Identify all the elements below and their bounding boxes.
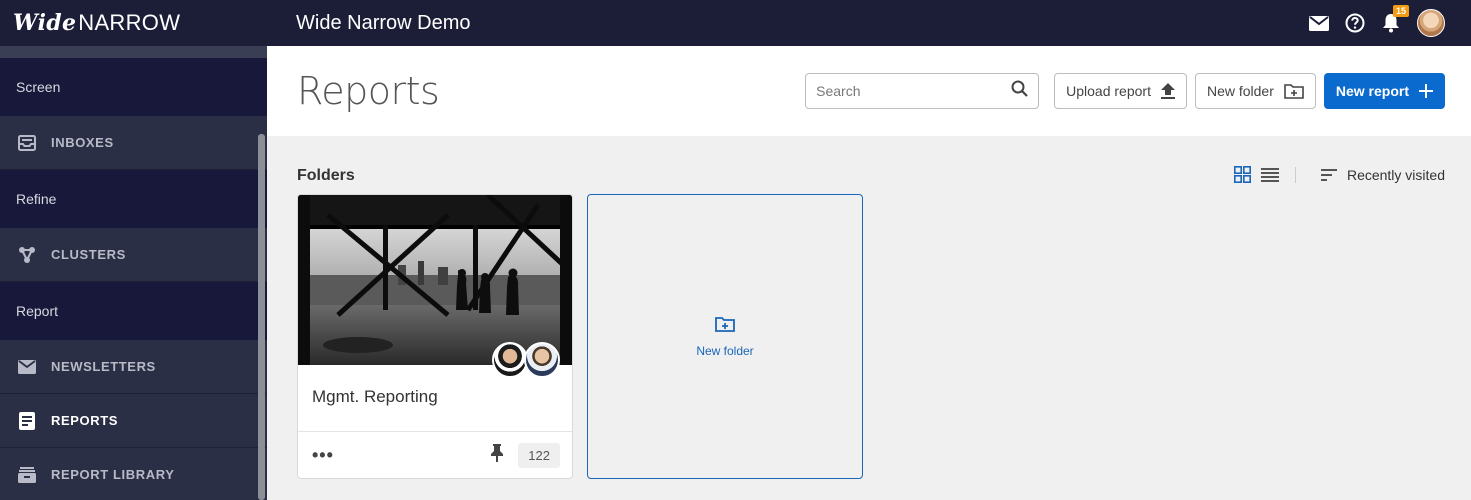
report-count: 122: [518, 443, 560, 468]
member-avatar[interactable]: [524, 342, 560, 378]
new-report-label: New report: [1335, 83, 1409, 99]
inbox-icon: [18, 134, 36, 152]
page-title: Reports: [297, 69, 440, 113]
notification-badge: 15: [1392, 5, 1409, 17]
brand-logo[interactable]: Wide NARROW: [0, 0, 267, 46]
grid-view-icon[interactable]: [1233, 166, 1251, 183]
section-refine: Refine: [0, 170, 267, 228]
sidebar-item-inboxes[interactable]: INBOXES: [0, 116, 267, 170]
upload-icon: [1160, 83, 1175, 99]
member-avatar[interactable]: [492, 342, 528, 378]
help-icon[interactable]: [1345, 13, 1365, 33]
page-header: Reports Upload report New folder New rep…: [267, 46, 1471, 136]
bell-icon[interactable]: 15: [1381, 5, 1409, 33]
report-icon: [18, 411, 36, 430]
sidebar-item-report-library[interactable]: REPORT LIBRARY: [0, 448, 267, 500]
sidebar-item-label: CLUSTERS: [51, 247, 126, 262]
search-input[interactable]: [816, 83, 1012, 99]
section-report: Report: [0, 282, 267, 340]
brand-narrow: NARROW: [78, 10, 181, 35]
library-icon: [18, 466, 36, 484]
more-options-icon[interactable]: •••: [312, 445, 490, 466]
folder-card-footer: ••• 122: [298, 431, 572, 478]
sidebar-item-newsletters[interactable]: NEWSLETTERS: [0, 340, 267, 394]
sidebar-item-reports[interactable]: REPORTS: [0, 394, 267, 448]
folder-name[interactable]: Mgmt. Reporting: [312, 387, 438, 407]
new-folder-label: New folder: [1206, 83, 1274, 99]
section-screen: Screen: [0, 58, 267, 116]
new-folder-button[interactable]: New folder: [1194, 73, 1316, 109]
sidebar-divider: [0, 46, 267, 58]
sidebar: Wide NARROW Screen INBOXES Refine CLUSTER…: [0, 0, 267, 500]
folders-heading: Folders: [297, 167, 355, 184]
folder-card[interactable]: Mgmt. Reporting ••• 122: [297, 194, 573, 479]
sidebar-item-label: INBOXES: [51, 135, 114, 150]
user-avatar[interactable]: [1417, 9, 1445, 37]
sort-icon[interactable]: [1320, 168, 1337, 181]
upload-report-button[interactable]: Upload report: [1054, 73, 1187, 109]
folder-add-icon: [715, 316, 735, 337]
sidebar-scrollbar[interactable]: [258, 134, 265, 500]
brand-wide: Wide: [13, 10, 77, 36]
new-folder-card-label: New folder: [696, 343, 754, 358]
upload-report-label: Upload report: [1066, 83, 1151, 99]
view-divider: [1294, 166, 1296, 183]
sidebar-item-label: REPORT LIBRARY: [51, 467, 175, 482]
folder-cover-image: [298, 195, 572, 365]
topbar: Wide Narrow Demo 15: [267, 0, 1471, 46]
new-report-button[interactable]: New report: [1323, 73, 1445, 109]
search-box[interactable]: [805, 73, 1040, 109]
new-folder-card[interactable]: New folder: [587, 194, 863, 479]
folder-add-icon: [1284, 83, 1304, 99]
view-controls: Recently visited: [1224, 166, 1445, 183]
sort-label[interactable]: Recently visited: [1347, 167, 1445, 183]
sidebar-item-clusters[interactable]: CLUSTERS: [0, 228, 267, 282]
search-icon[interactable]: [1011, 80, 1028, 102]
list-view-icon[interactable]: [1260, 167, 1279, 182]
topbar-icons: 15: [1293, 5, 1471, 37]
clusters-icon: [18, 246, 36, 264]
sidebar-item-label: REPORTS: [51, 413, 119, 428]
mail-icon[interactable]: [1309, 13, 1329, 33]
pin-icon[interactable]: [490, 444, 504, 467]
content-area: Folders Recently visited Mgmt. Reporting…: [267, 136, 1471, 500]
sidebar-item-label: NEWSLETTERS: [51, 359, 156, 374]
mail-icon: [18, 358, 36, 376]
plus-icon: [1419, 84, 1433, 98]
app-title: Wide Narrow Demo: [296, 11, 471, 34]
